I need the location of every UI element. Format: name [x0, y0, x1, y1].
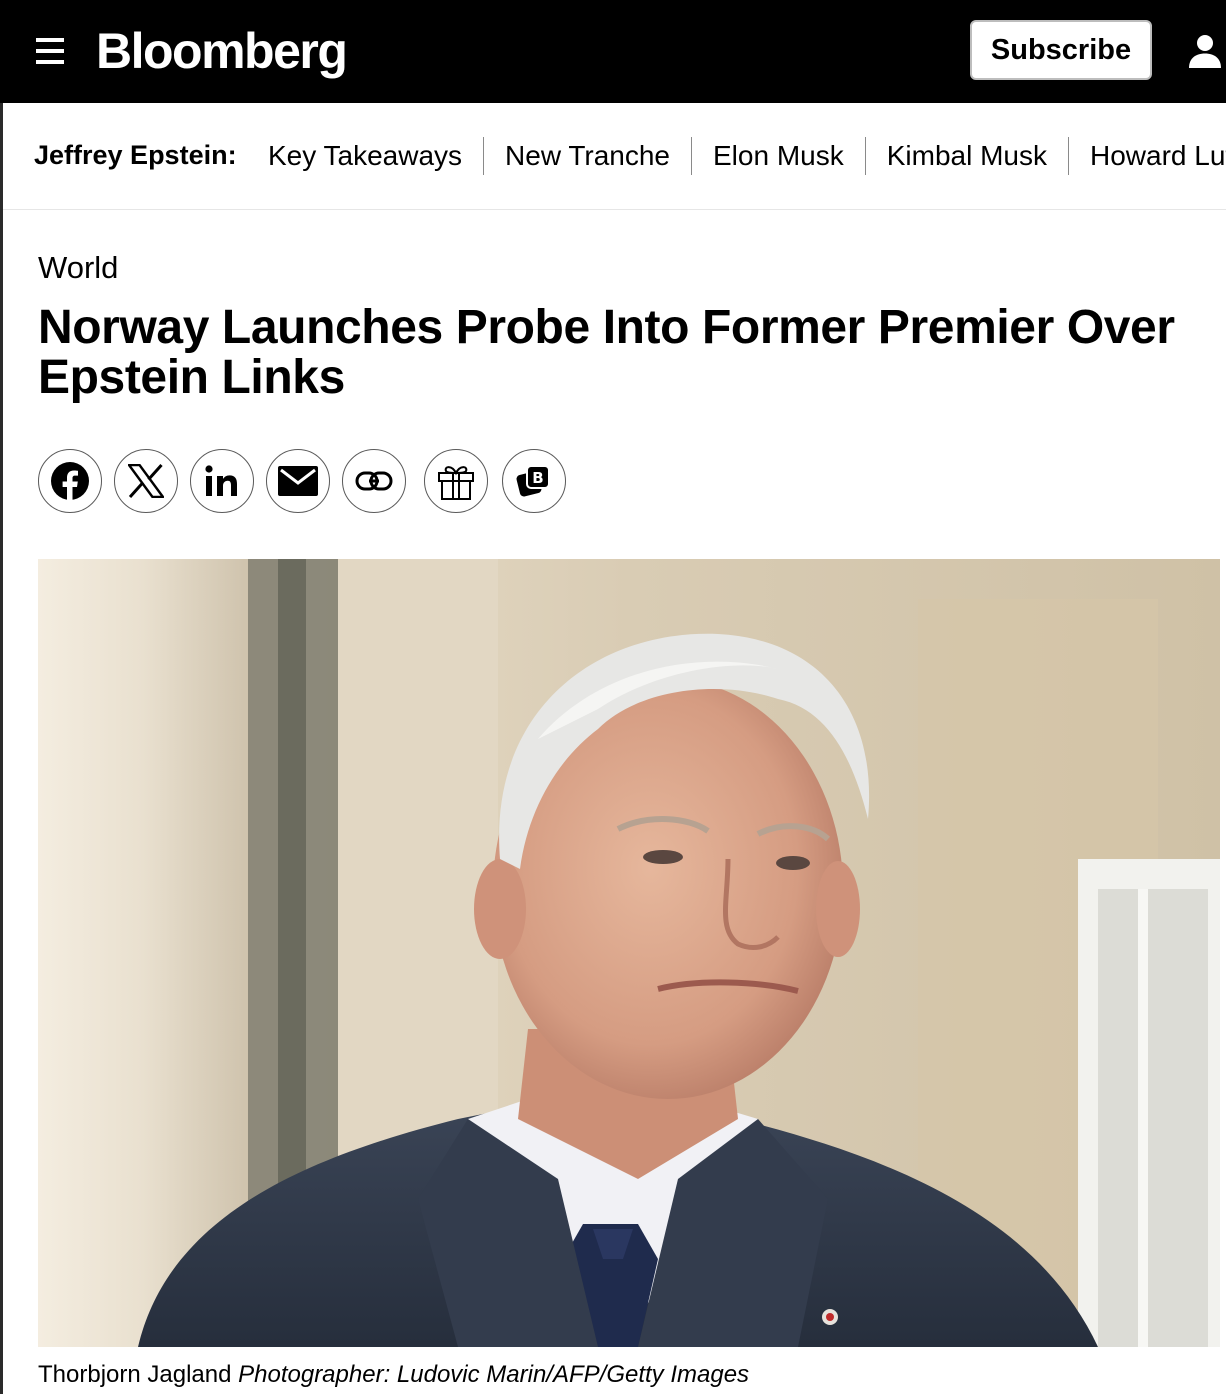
- topic-link-howard-lutnick[interactable]: Howard Lutnick: [1067, 137, 1226, 175]
- topic-navigation: Jeffrey Epstein: Key Takeaways New Tranc…: [3, 103, 1226, 210]
- copy-link-button[interactable]: [342, 449, 406, 513]
- topic-link-new-tranche[interactable]: New Tranche: [483, 137, 691, 175]
- gift-icon: [438, 466, 474, 500]
- share-x-button[interactable]: [114, 449, 178, 513]
- topic-link-kimbal-musk[interactable]: Kimbal Musk: [864, 137, 1068, 175]
- share-linkedin-button[interactable]: [190, 449, 254, 513]
- section-kicker[interactable]: World: [38, 250, 118, 286]
- article-hero-photo: [38, 559, 1220, 1347]
- gift-article-button[interactable]: [424, 449, 488, 513]
- x-icon: [128, 464, 164, 498]
- site-header: Bloomberg Subscribe: [0, 0, 1226, 103]
- subscribe-button[interactable]: Subscribe: [970, 20, 1152, 80]
- user-account-icon[interactable]: [1188, 34, 1222, 68]
- share-facebook-button[interactable]: [38, 449, 102, 513]
- article-headline: Norway Launches Probe Into Former Premie…: [38, 301, 1175, 404]
- photo-caption: Thorbjorn Jagland Photographer: Ludovic …: [38, 1361, 749, 1389]
- link-icon: [355, 471, 393, 491]
- share-email-button[interactable]: [266, 449, 330, 513]
- email-icon: [278, 466, 318, 496]
- topic-label: Jeffrey Epstein:: [34, 140, 237, 170]
- photo-thorbjorn-jagland: [38, 559, 1220, 1347]
- photo-credit: Photographer: Ludovic Marin/AFP/Getty Im…: [238, 1361, 750, 1388]
- facebook-icon: [51, 462, 89, 501]
- topic-link-key-takeaways[interactable]: Key Takeaways: [268, 137, 483, 175]
- topic-link-elon-musk[interactable]: Elon Musk: [691, 137, 865, 175]
- topic-links: Key Takeaways New Tranche Elon Musk Kimb…: [268, 137, 1226, 175]
- bloomberg-app-icon: B: [516, 465, 550, 497]
- hamburger-menu-icon[interactable]: [36, 38, 64, 64]
- bloomberg-app-button[interactable]: B: [502, 449, 566, 513]
- bloomberg-logo[interactable]: Bloomberg: [96, 22, 348, 80]
- svg-text:B: B: [532, 469, 543, 487]
- caption-subject: Thorbjorn Jagland: [38, 1361, 232, 1388]
- linkedin-icon: [205, 465, 237, 496]
